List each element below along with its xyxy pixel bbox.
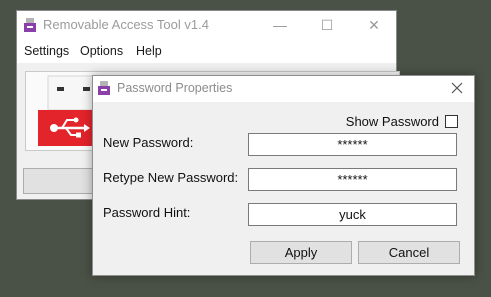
password-properties-dialog: Password Properties Show Password New Pa…: [92, 75, 475, 276]
usb-app-icon: [23, 18, 37, 37]
maximize-icon[interactable]: ☐: [317, 16, 337, 34]
password-hint-label: Password Hint:: [103, 205, 191, 220]
close-icon[interactable]: [448, 79, 466, 97]
password-hint-field[interactable]: yuck: [248, 203, 457, 226]
apply-button[interactable]: Apply: [250, 241, 352, 264]
minimize-icon[interactable]: —: [270, 16, 290, 34]
menu-help[interactable]: Help: [136, 44, 162, 58]
close-icon[interactable]: ✕: [364, 16, 384, 34]
main-action-button[interactable]: [23, 168, 103, 194]
main-window-title: Removable Access Tool v1.4: [43, 17, 209, 32]
dialog-titlebar[interactable]: Password Properties: [93, 76, 474, 102]
new-password-field[interactable]: ******: [248, 133, 457, 156]
new-password-label: New Password:: [103, 135, 194, 150]
retype-password-label: Retype New Password:: [103, 170, 239, 185]
menu-options[interactable]: Options: [80, 44, 123, 58]
usb-app-icon: [97, 81, 111, 100]
main-titlebar[interactable]: Removable Access Tool v1.4 — ☐ ✕: [17, 11, 396, 41]
cancel-button[interactable]: Cancel: [358, 241, 460, 264]
menu-bar: Settings Options Help: [17, 41, 396, 63]
show-password-toggle[interactable]: Show Password: [346, 114, 458, 129]
dialog-title: Password Properties: [117, 81, 233, 95]
show-password-checkbox[interactable]: [445, 115, 458, 128]
menu-settings[interactable]: Settings: [24, 44, 69, 58]
retype-password-field[interactable]: ******: [248, 168, 457, 191]
show-password-label: Show Password: [345, 114, 439, 129]
